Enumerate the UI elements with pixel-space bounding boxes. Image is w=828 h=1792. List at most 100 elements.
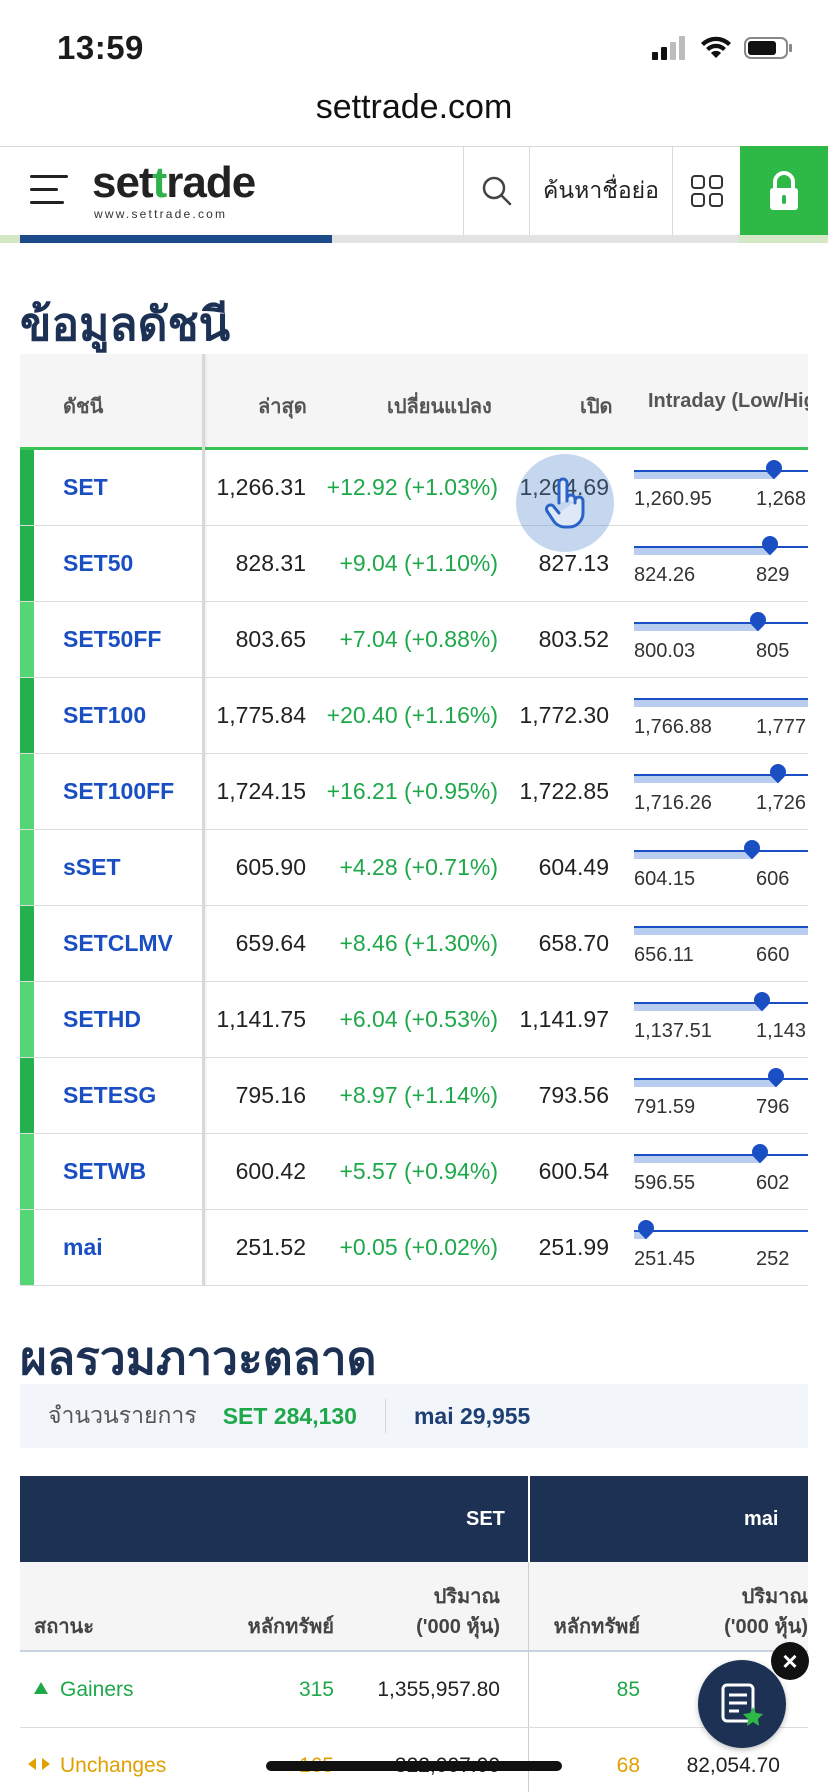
index-change: +5.57 (+0.94%) [339,1158,498,1184]
symbol-search-button[interactable]: ค้นหาชื่อย่อ [529,147,672,235]
index-row-color-bar [20,754,34,829]
intraday-range: 824.26 829 [634,532,808,590]
index-name-link[interactable]: mai [63,1234,103,1261]
index-table[interactable]: ดัชนี ล่าสุด เปลี่ยนแปลง เปิด Intraday (… [20,354,808,1286]
index-row[interactable]: SET50FF 803.65 +7.04 (+0.88%) 803.52 800.03 8… [20,602,808,678]
index-row-color-bar [20,1058,34,1133]
index-row-color-bar [20,906,34,981]
watchlist-fab-button[interactable] [698,1660,786,1748]
col-status: สถานะ [34,1616,94,1638]
intraday-range: 251.45 252 [634,1216,808,1274]
market-table[interactable]: SET mai สถานะ หลักทรัพย์ ปริมาณ ('000 หุ… [20,1476,808,1792]
index-name-link[interactable]: SET100FF [63,778,174,805]
index-change: +0.05 (+0.02%) [339,1234,498,1260]
col-mai-volume-unit: ('000 หุ้น) [724,1616,808,1638]
list-star-icon [721,1683,763,1726]
index-open: 251.99 [538,1234,609,1260]
index-row[interactable]: SET100FF 1,724.15 +16.21 (+0.95%) 1,722.85 1… [20,754,808,830]
status-icons [652,36,794,60]
up-arrow-icon [34,1682,48,1694]
index-row-color-bar [20,982,34,1057]
mai-count: 68 [616,1754,640,1777]
col-last: ล่าสุด [258,396,307,418]
intraday-low: 1,260.95 [634,488,712,510]
index-last: 1,266.31 [216,474,306,500]
search-icon [482,176,511,206]
set-volume: 1,355,957.80 [377,1678,500,1701]
menu-icon[interactable] [30,175,68,209]
touch-indicator [516,454,614,552]
transactions-label: จำนวนรายการ [48,1402,197,1428]
status-time: 13:59 [57,29,144,66]
index-change: +16.21 (+0.95%) [326,778,498,804]
col-set-securities: หลักทรัพย์ [247,1616,334,1638]
intraday-high: 796 [756,1096,790,1118]
index-change: +12.92 (+1.03%) [326,474,498,500]
search-button[interactable] [463,147,529,235]
col-intraday: Intraday (Low/High) [648,390,808,412]
intraday-low: 656.11 [634,944,694,966]
login-button[interactable] [740,146,828,236]
col-set-volume-unit: ('000 หุ้น) [416,1616,500,1638]
index-change: +8.46 (+1.30%) [339,930,498,956]
index-row[interactable]: SETWB 600.42 +5.57 (+0.94%) 600.54 596.55 602 [20,1134,808,1210]
market-table-group-header: SET mai [20,1476,808,1562]
col-change: เปลี่ยนแปลง [387,396,492,418]
close-icon[interactable]: × [771,1642,809,1680]
index-row[interactable]: mai 251.52 +0.05 (+0.02%) 251.99 251.45 252 [20,1210,808,1286]
index-last: 1,141.75 [216,1006,306,1032]
index-row[interactable]: SET100 1,775.84 +20.40 (+1.16%) 1,772.30 1,7… [20,678,808,754]
index-row-color-bar [20,450,34,525]
index-last: 828.31 [235,550,306,576]
intraday-range: 1,260.95 1,268 [634,456,808,514]
intraday-range: 656.11 660 [634,920,808,970]
index-name-link[interactable]: SETESG [63,1082,156,1109]
intraday-range: 1,716.26 1,726 [634,760,808,818]
index-row[interactable]: SETHD 1,141.75 +6.04 (+0.53%) 1,141.97 1,137… [20,982,808,1058]
mai-transactions: mai 29,955 [413,1402,531,1429]
index-name-link[interactable]: SETHD [63,1006,141,1033]
market-row[interactable]: Gainers3151,355,957.8085129 [20,1652,808,1728]
browser-url-bar[interactable]: settrade.com [0,88,828,146]
index-name-link[interactable]: SET100 [63,702,146,729]
index-name-link[interactable]: SET50FF [63,626,161,653]
index-row-color-bar [20,830,34,905]
carousel-progress [0,235,828,243]
index-open: 827.13 [538,550,609,576]
status-label: Gainers [60,1678,134,1701]
settrade-logo[interactable]: settrade www.settrade.com [92,161,272,222]
intraday-high: 829 [756,564,790,586]
index-row-color-bar [20,1210,34,1285]
index-name-link[interactable]: SETCLMV [63,930,173,957]
index-table-header: ดัชนี ล่าสุด เปลี่ยนแปลง เปิด Intraday (… [20,354,808,450]
index-change: +9.04 (+1.10%) [339,550,498,576]
index-name-link[interactable]: SETWB [63,1158,146,1185]
intraday-high: 805 [756,640,790,662]
apps-button[interactable] [672,147,740,235]
hand-pointer-icon [545,477,585,529]
index-name-link[interactable]: sSET [63,854,121,881]
market-row[interactable]: Unchanges165322,007.006882,054.70 [20,1728,808,1792]
index-row[interactable]: SETCLMV 659.64 +8.46 (+1.30%) 658.70 656.11 6… [20,906,808,982]
col-open: เปิด [580,396,613,418]
index-name-link[interactable]: SET [63,474,108,501]
wifi-icon [701,36,731,58]
index-row-color-bar [20,1134,34,1209]
left-right-arrow-icon [28,1758,50,1770]
mai-volume: 82,054.70 [686,1754,780,1777]
index-row[interactable]: SET1,266.31+12.92 (+1.03%)1,264.691,260.… [20,450,808,526]
index-open: 793.56 [538,1082,609,1108]
intraday-range: 1,766.88 1,777 [634,692,808,742]
index-row-color-bar [20,678,34,753]
transactions-summary: จำนวนรายการ SET 284,130 mai 29,955 [20,1384,808,1448]
index-row-color-bar [20,602,34,677]
index-row[interactable]: SET50 828.31 +9.04 (+1.10%) 827.13 824.26 829 [20,526,808,602]
index-row[interactable]: sSET 605.90 +4.28 (+0.71%) 604.49 604.15 606 [20,830,808,906]
index-last: 251.52 [235,1234,306,1260]
intraday-low: 824.26 [634,564,696,586]
index-row[interactable]: SETESG 795.16 +8.97 (+1.14%) 793.56 791.59 79… [20,1058,808,1134]
col-mai-securities: หลักทรัพย์ [553,1616,640,1638]
index-last: 795.16 [235,1082,306,1108]
index-name-link[interactable]: SET50 [63,550,133,577]
index-open: 600.54 [538,1158,609,1184]
